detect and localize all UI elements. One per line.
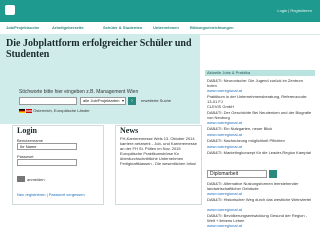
register-forgot-links[interactable]: Neu registrieren | Passwort vergessen	[17, 192, 85, 197]
job-link[interactable]: www.noeregional.at	[207, 223, 313, 228]
search-input[interactable]	[19, 97, 77, 105]
news-title: News	[120, 126, 139, 135]
extended-search-link[interactable]: erweiterte Suche	[141, 98, 171, 103]
login-box: Login Benutzername Ihr Name Passwort anm…	[12, 125, 104, 205]
nav-item-arbeitgeber[interactable]: Arbeitgeberseite	[52, 25, 84, 30]
jobs-sidebar: Aktuelle Jobs & Praktika DAB&TI: Neuroni…	[205, 70, 315, 240]
job-item[interactable]: DAB&TI: Bevölkerungsentwicklung Gesund d…	[207, 213, 313, 223]
job-item[interactable]: DAB&TI: Neuronische: Die Jugend zurück i…	[207, 78, 313, 88]
job-link[interactable]: www.noeregional.at	[207, 88, 313, 93]
search-button[interactable]: ›	[128, 97, 136, 105]
job-item[interactable]: CLEVIS GmbH	[207, 104, 313, 109]
hero-section: Die Jobplattform erfolgreicher Schüler u…	[0, 34, 200, 124]
job-item[interactable]: DAB&TI: Historischer Weg durch das westl…	[207, 197, 313, 202]
jobs-header: Aktuelle Jobs & Praktika	[205, 70, 315, 76]
login-register-link[interactable]: Login | Registrieren	[277, 8, 312, 13]
login-button-label[interactable]: anmelden	[27, 177, 45, 182]
flag-de-icon[interactable]	[19, 108, 25, 113]
page-title: Die Jobplattform erfolgreicher Schüler u…	[6, 38, 192, 60]
job-link[interactable]: www.noeregional.at	[207, 207, 313, 212]
job-link[interactable]: www.noeregional.at	[207, 132, 313, 137]
job-item[interactable]: DAB&TI: Nachnutzung möglichkeit Pflichte…	[207, 138, 313, 143]
job-item[interactable]: DAB&TI: Marketingkonzept für die Leader-…	[207, 150, 313, 155]
password-field[interactable]	[17, 159, 77, 166]
login-title: Login	[17, 126, 38, 135]
job-link[interactable]: www.noeregional.at	[207, 120, 313, 125]
top-bar: Login | Registrieren	[0, 0, 320, 22]
language-selector[interactable]: Österreich, Europäische Länder	[19, 108, 90, 113]
news-text[interactable]: FH-Karrieremesse Wels 13. Oktober 2014 k…	[120, 136, 200, 166]
job-item[interactable]: DAB&TI: Der Geschichte Bei Neudenken und…	[207, 110, 313, 120]
sidebar-search-input[interactable]: Diplomarbeit	[207, 170, 267, 178]
job-item[interactable]: Praktikum in der Unternehmensberatung, R…	[207, 94, 313, 104]
nav-item-schueler[interactable]: Schüler & Studenten	[103, 25, 142, 30]
username-field[interactable]: Ihr Name	[17, 143, 77, 150]
job-item[interactable]: DAB&TI: Alternative Nutzungsformen leers…	[207, 181, 313, 191]
search-caption: Stichworte bitte hier eingeben z.B. Mana…	[19, 89, 139, 95]
job-item[interactable]: DAB&TI: Ein Nutzgarten, neuer Blick	[207, 126, 313, 131]
news-box: News FH-Karrieremesse Wels 13. Oktober 2…	[115, 125, 202, 205]
flag-at-icon[interactable]	[26, 108, 33, 113]
sidebar-search-button[interactable]	[269, 170, 277, 178]
nav-item-bildung[interactable]: Bildungseinrichtungen	[190, 25, 234, 30]
logo[interactable]	[5, 5, 15, 15]
nav-item-unternehmen[interactable]: Unternehmen	[153, 25, 179, 30]
nav-item-jobsuche[interactable]: Job/Projektsuche	[6, 25, 39, 30]
job-type-select[interactable]: alle Job/Projektarten ▾	[80, 97, 126, 105]
job-link[interactable]: www.noeregional.at	[207, 144, 313, 149]
login-button[interactable]	[17, 176, 25, 182]
chevron-down-icon: ▾	[121, 98, 124, 103]
job-link[interactable]: www.noeregional.at	[207, 191, 313, 196]
